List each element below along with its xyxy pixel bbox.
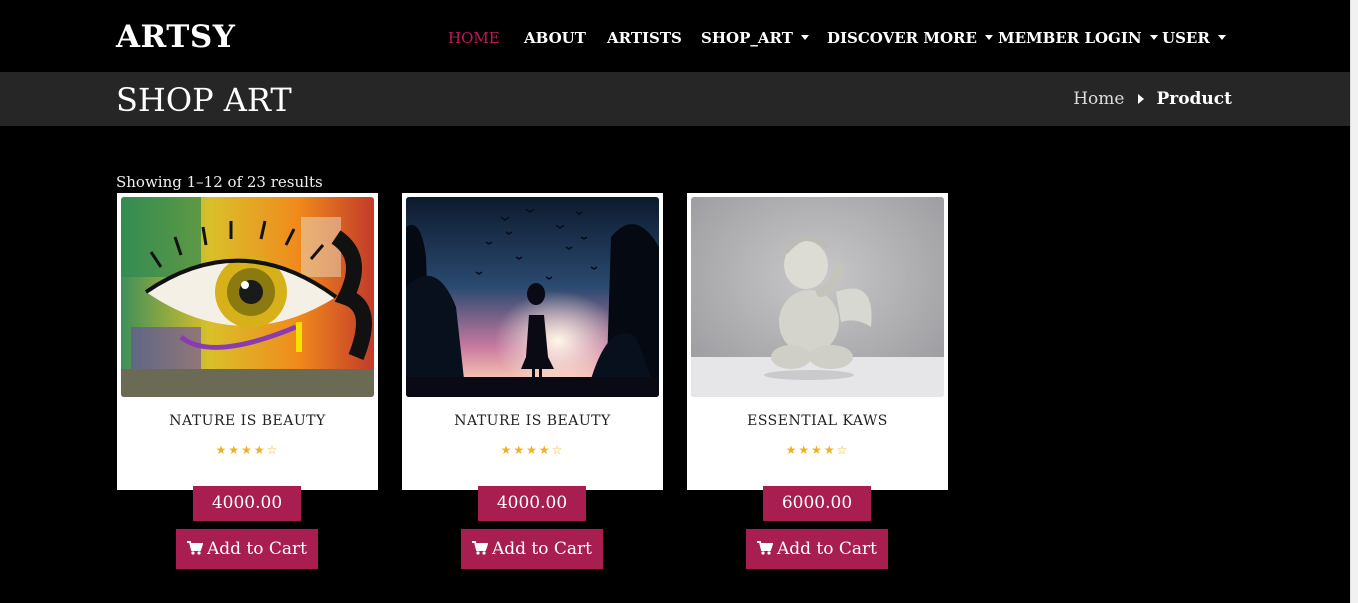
add-to-cart-label: Add to Cart bbox=[491, 539, 593, 559]
add-to-cart-button[interactable]: Add to Cart bbox=[746, 529, 888, 569]
add-to-cart-label: Add to Cart bbox=[776, 539, 878, 559]
breadcrumb-current: Product bbox=[1156, 89, 1232, 109]
chevron-down-icon bbox=[984, 34, 993, 40]
page-header-bar: SHOP ART Home Product bbox=[0, 72, 1350, 126]
add-to-cart-button[interactable]: Add to Cart bbox=[461, 529, 603, 569]
product-name[interactable]: NATURE IS BEAUTY bbox=[117, 412, 378, 430]
nav-user-label: USER bbox=[1162, 29, 1210, 47]
main-nav: HOME ABOUT ARTISTS SHOP_ART DISCOVER MOR… bbox=[0, 27, 1350, 49]
nav-member-login[interactable]: MEMBER LOGIN bbox=[998, 27, 1158, 49]
vertical-scrollbar[interactable] bbox=[1350, 0, 1358, 603]
nav-shop-art-label: SHOP_ART bbox=[701, 29, 793, 47]
product-card: ESSENTIAL KAWS ★★★★☆ bbox=[687, 193, 948, 490]
nav-about[interactable]: ABOUT bbox=[524, 27, 586, 49]
star-rating: ★★★★☆ bbox=[215, 443, 280, 457]
nav-user[interactable]: USER bbox=[1162, 27, 1226, 49]
eye-mural-image bbox=[121, 197, 374, 397]
nav-discover-more[interactable]: DISCOVER MORE bbox=[827, 27, 993, 49]
nav-artists[interactable]: ARTISTS bbox=[607, 27, 682, 49]
shopping-cart-icon bbox=[471, 540, 488, 555]
nav-shop-art[interactable]: SHOP_ART bbox=[701, 27, 809, 49]
nav-member-login-label: MEMBER LOGIN bbox=[998, 29, 1142, 47]
caret-right-icon bbox=[1138, 93, 1145, 104]
product-price: 6000.00 bbox=[763, 486, 871, 521]
chevron-down-icon bbox=[1217, 34, 1226, 40]
product-image[interactable] bbox=[121, 197, 374, 397]
shopping-cart-icon bbox=[186, 540, 203, 555]
chevron-down-icon bbox=[800, 34, 809, 40]
star-rating: ★★★★☆ bbox=[785, 443, 850, 457]
product-price: 4000.00 bbox=[193, 486, 301, 521]
chevron-down-icon bbox=[1149, 34, 1158, 40]
product-name[interactable]: NATURE IS BEAUTY bbox=[402, 412, 663, 430]
add-to-cart-label: Add to Cart bbox=[206, 539, 308, 559]
cherub-figurine-image bbox=[691, 197, 944, 397]
page-title: SHOP ART bbox=[116, 81, 292, 119]
shopping-cart-icon bbox=[756, 540, 773, 555]
product-card: NATURE IS BEAUTY ★★★★☆ bbox=[402, 193, 663, 490]
add-to-cart-button[interactable]: Add to Cart bbox=[176, 529, 318, 569]
star-rating: ★★★★☆ bbox=[500, 443, 565, 457]
product-image[interactable] bbox=[691, 197, 944, 397]
product-price: 4000.00 bbox=[478, 486, 586, 521]
results-count: Showing 1–12 of 23 results bbox=[116, 173, 323, 191]
product-name[interactable]: ESSENTIAL KAWS bbox=[687, 412, 948, 430]
top-navbar: ARTSY HOME ABOUT ARTISTS SHOP_ART DISCOV… bbox=[0, 0, 1350, 72]
nav-discover-more-label: DISCOVER MORE bbox=[827, 29, 977, 47]
product-image[interactable] bbox=[406, 197, 659, 397]
breadcrumb-home-link[interactable]: Home bbox=[1073, 89, 1124, 109]
product-card: NATURE IS BEAUTY ★★★★☆ bbox=[117, 193, 378, 490]
sunset-silhouette-image bbox=[406, 197, 659, 397]
breadcrumb: Home Product bbox=[1073, 88, 1232, 110]
nav-home[interactable]: HOME bbox=[448, 27, 500, 49]
